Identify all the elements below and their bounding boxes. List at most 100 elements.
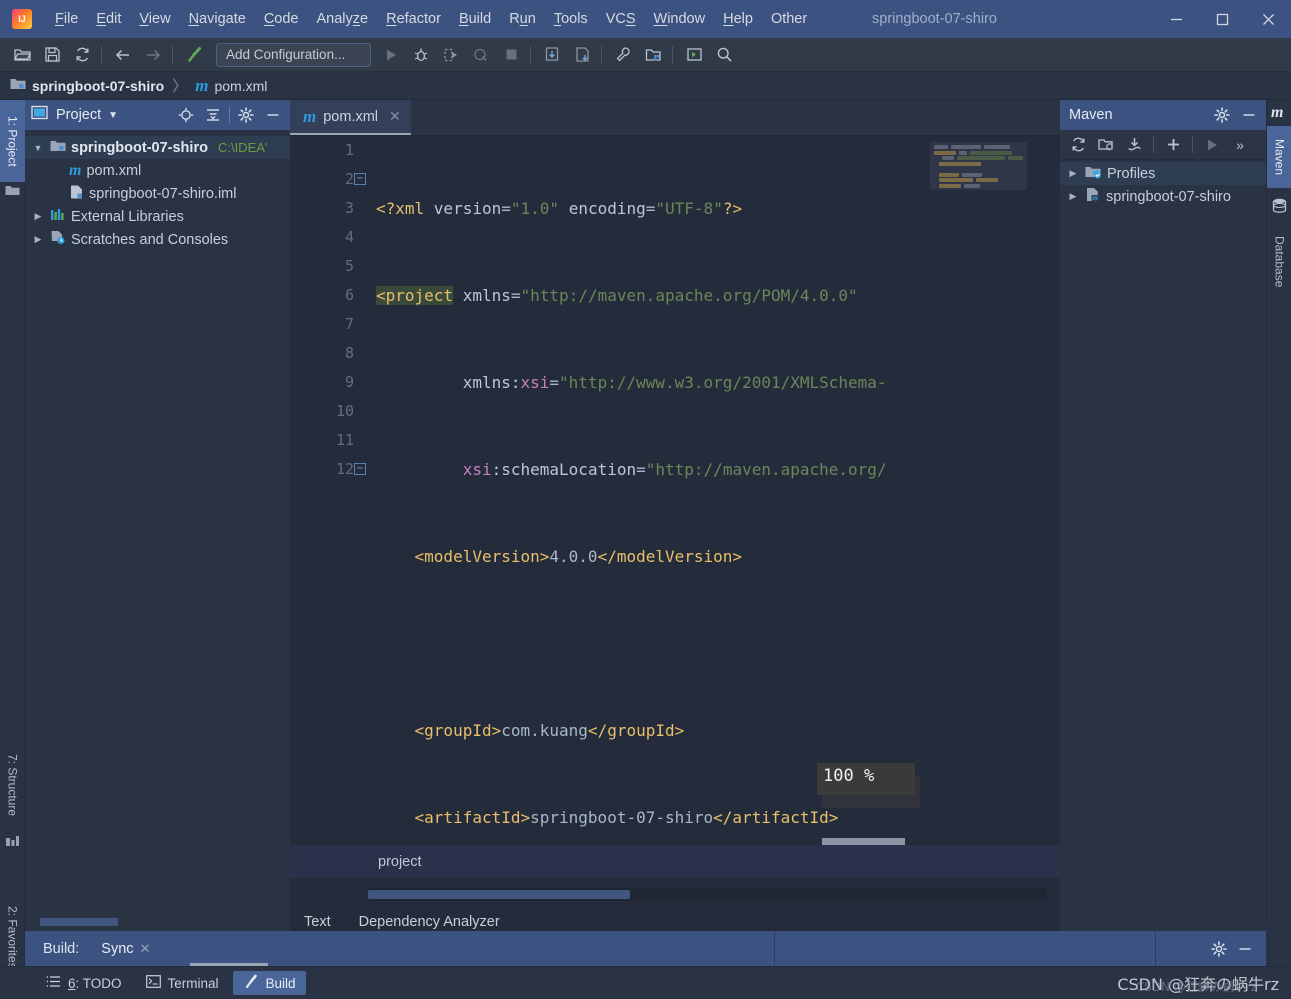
code-text[interactable]: <?xml version="1.0" encoding="UTF-8"?> <… [368,136,1060,901]
menu-run[interactable]: Run [500,8,545,30]
menu-analyze[interactable]: Analyze [308,8,378,30]
menu-tools[interactable]: Tools [545,8,597,30]
build-tab-sync[interactable]: Sync [101,941,133,957]
editor-tab-pom-xml[interactable]: m pom.xml ✕ [290,100,411,135]
editor-gutter[interactable]: 1 2 ─ 3 4 5 6 7 8 9 10 11 12 ─ [290,136,368,901]
menu-refactor[interactable]: Refactor [377,8,450,30]
menu-help[interactable]: Help [714,8,762,30]
menu-other[interactable]: Other [762,8,816,30]
zoom-slider-track[interactable] [822,838,905,845]
menu-code[interactable]: Code [255,8,308,30]
code-minimap[interactable] [930,142,1027,190]
open-folder-icon[interactable] [8,42,36,68]
settings-wrench-icon[interactable] [609,42,637,68]
editor-breadcrumb[interactable]: project [290,845,1060,878]
search-everywhere-icon[interactable] [710,42,738,68]
collapse-twisty-icon[interactable]: ▶ [31,211,45,222]
add-plus-icon[interactable] [1160,133,1186,157]
menu-window[interactable]: Window [645,8,715,30]
execute-goal-icon[interactable] [1199,133,1225,157]
save-all-icon[interactable] [38,42,66,68]
gear-icon[interactable] [1211,104,1233,126]
select-opened-file-icon[interactable] [680,42,708,68]
tree-item-scratches-and-consoles[interactable]: ▶ Scratches and Consoles [25,228,290,251]
project-window-icon [31,105,48,125]
maven-toolbar-divider-2 [1192,136,1193,153]
close-button[interactable] [1245,0,1291,38]
iml-file-icon [69,184,84,203]
maven-tree-item-profiles[interactable]: ▶ Profiles [1060,162,1266,185]
hide-icon[interactable] [262,104,284,126]
tree-item-pom-xml[interactable]: m pom.xml [25,159,290,182]
project-panel-horizontal-scrollbar[interactable] [40,918,118,926]
tree-item-label: Scratches and Consoles [71,231,229,248]
module-folder-icon [10,77,26,94]
menu-edit[interactable]: Edit [87,8,130,30]
project-structure-icon[interactable] [639,42,667,68]
tree-item-external-libraries[interactable]: ▶ External Libraries [25,205,290,228]
collapse-twisty-icon[interactable]: ▶ [1066,168,1080,179]
locate-target-icon[interactable] [175,104,197,126]
menu-build[interactable]: Build [450,8,500,30]
run-configuration-selector[interactable]: Add Configuration... [216,42,371,67]
menu-navigate[interactable]: Navigate [180,8,255,30]
tree-item-springboot-07-shiro[interactable]: ▼ springboot-07-shiro C:\IDEA' [25,136,290,159]
minimize-button[interactable] [1153,0,1199,38]
sync-refresh-icon[interactable] [68,42,96,68]
close-icon[interactable]: ✕ [140,941,151,957]
editor-body[interactable]: 1 2 ─ 3 4 5 6 7 8 9 10 11 12 ─ <?xml ver… [290,136,1060,901]
code-line-4: xsi:schemaLocation="http://maven.apache.… [462,460,887,479]
maven-tree-item-label: Profiles [1107,165,1156,182]
fold-collapse-icon[interactable]: ─ [354,463,366,475]
status-item-todo[interactable]: 6: TODO [36,972,132,994]
collapse-all-icon[interactable] [202,104,224,126]
sidebar-item-structure[interactable]: 7: Structure [0,740,25,830]
watermark-ghost: CSDN @狂奔の蜗牛rz [1135,980,1257,994]
expand-twisty-icon[interactable]: ▼ [31,143,45,153]
chevron-down-icon[interactable]: ▼ [108,110,118,121]
sidebar-item-project[interactable]: 1: Project [0,100,25,182]
breadcrumb-separator: 〉 [172,78,188,95]
close-icon[interactable]: ✕ [389,108,401,125]
collapse-twisty-icon[interactable]: ▶ [1066,191,1080,202]
add-maven-project-icon[interactable] [1093,133,1119,157]
back-arrow-icon[interactable] [109,42,137,68]
menu-file[interactable]: File [46,8,87,30]
scratches-icon [50,230,66,249]
breadcrumb-file[interactable]: m pom.xml [195,76,267,96]
sidebar-item-database[interactable]: Database [1267,216,1291,308]
forward-arrow-icon[interactable] [139,42,167,68]
reload-projects-icon[interactable] [1065,133,1091,157]
gear-icon[interactable] [1208,938,1230,960]
collapse-twisty-icon[interactable]: ▶ [31,234,45,245]
hide-icon[interactable] [1234,938,1256,960]
editor-vertical-scrollbar[interactable] [1047,136,1060,901]
sidebar-item-maven[interactable]: Maven [1267,126,1291,188]
editor-horizontal-scrollbar[interactable] [368,888,1047,901]
update-project-icon[interactable] [538,42,566,68]
commit-icon[interactable] [568,42,596,68]
fold-collapse-icon[interactable]: ─ [354,173,366,185]
debug-icon[interactable] [407,42,435,68]
menu-view[interactable]: View [130,8,179,30]
stop-icon[interactable] [497,42,525,68]
menu-vcs[interactable]: VCS [597,8,645,30]
gear-icon[interactable] [235,104,257,126]
run-with-coverage-icon[interactable] [437,42,465,68]
status-item-build[interactable]: Build [232,971,306,995]
toolbar-divider-2 [172,45,173,64]
download-sources-icon[interactable] [1121,133,1147,157]
database-icon [1271,198,1288,218]
more-chevrons-icon[interactable]: » [1227,133,1253,157]
tree-item-iml-file[interactable]: springboot-07-shiro.iml [25,182,290,205]
scrollbar-thumb[interactable] [368,890,630,899]
status-item-terminal[interactable]: Terminal [136,972,229,994]
build-hammer-icon[interactable] [180,42,208,68]
run-icon[interactable] [377,42,405,68]
maximize-button[interactable] [1199,0,1245,38]
profile-icon[interactable] [467,42,495,68]
maven-tree-item-springboot-07-shiro[interactable]: ▶ m springboot-07-shiro [1060,185,1266,208]
breadcrumb-project[interactable]: springboot-07-shiro [10,77,164,94]
hide-icon[interactable] [1238,104,1260,126]
